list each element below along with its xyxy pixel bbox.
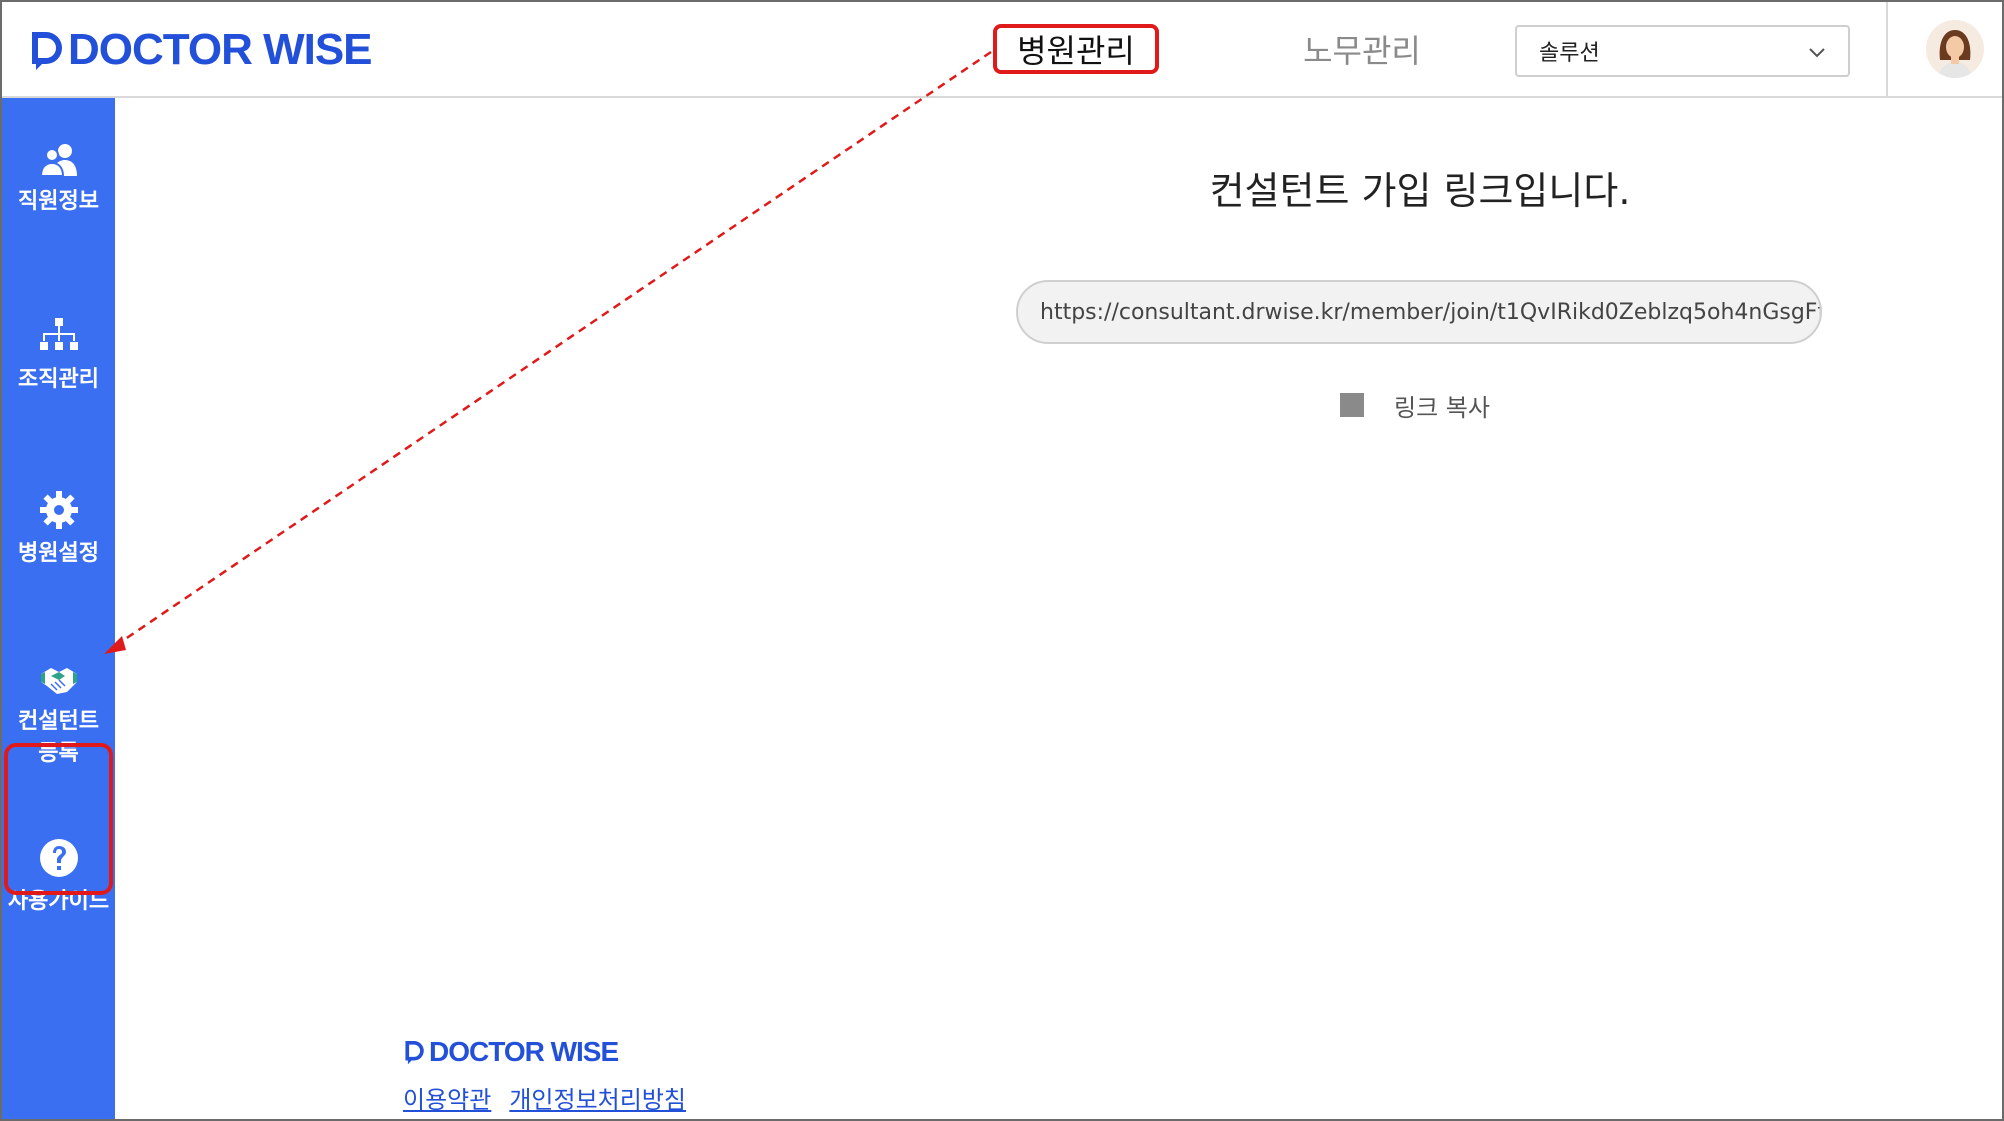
copy-link-label: 링크 복사 — [1394, 393, 1490, 422]
join-link-text: https://consultant.drwise.kr/member/join… — [1040, 299, 1822, 325]
footer-brand-name: DOCTOR WISE — [429, 1036, 619, 1067]
org-chart-icon — [39, 318, 78, 350]
sidebar-item-organization[interactable]: 조직관리 — [2, 316, 115, 396]
sidebar-item-label: 직원정보 — [18, 189, 99, 214]
sidebar: 직원정보 조직관리 병원설정 컨설턴트 등록 사용가이드 — [2, 98, 115, 1119]
solution-select-value: 솔루션 — [1539, 41, 1600, 66]
logo-mark-icon — [405, 1041, 424, 1065]
top-header: DOCTOR WISE 병원관리 노무관리 솔루션 — [2, 2, 2002, 98]
tab-hospital-management[interactable]: 병원관리 — [993, 24, 1159, 74]
logo-mark-icon — [32, 32, 62, 70]
sidebar-item-hospital-settings[interactable]: 병원설정 — [2, 490, 115, 570]
privacy-policy-link[interactable]: 개인정보처리방침 — [509, 1080, 686, 1115]
annotation-highlight-sidebar — [4, 743, 113, 895]
copy-icon — [1340, 393, 1364, 417]
brand-name: DOCTOR WISE — [68, 25, 373, 74]
header-divider — [1886, 2, 1888, 98]
handshake-icon — [40, 668, 77, 694]
footer-links: 이용약관 개인정보처리방침 — [403, 1080, 686, 1115]
sidebar-item-label: 병원설정 — [18, 541, 99, 566]
sidebar-item-label: 조직관리 — [18, 367, 99, 392]
copy-link-button[interactable]: 링크 복사 — [1340, 388, 1490, 422]
footer-logo: DOCTOR WISE — [403, 1036, 619, 1068]
tab-labor-management[interactable]: 노무관리 — [1282, 24, 1442, 74]
page-title: 컨설턴트 가입 링크입니다. — [1209, 169, 1631, 213]
chevron-down-icon — [1809, 48, 1825, 58]
users-icon — [39, 144, 77, 177]
sidebar-item-staff-info[interactable]: 직원정보 — [2, 142, 115, 218]
join-link-field[interactable]: https://consultant.drwise.kr/member/join… — [1016, 280, 1822, 344]
terms-link[interactable]: 이용약관 — [403, 1080, 491, 1115]
user-avatar[interactable] — [1926, 20, 1984, 78]
sidebar-item-label-line1: 컨설턴트 — [18, 709, 99, 734]
solution-select[interactable]: 솔루션 — [1515, 25, 1850, 77]
gear-icon — [39, 491, 78, 529]
brand-logo[interactable]: DOCTOR WISE — [28, 24, 373, 76]
avatar-person-icon — [1926, 20, 1984, 78]
